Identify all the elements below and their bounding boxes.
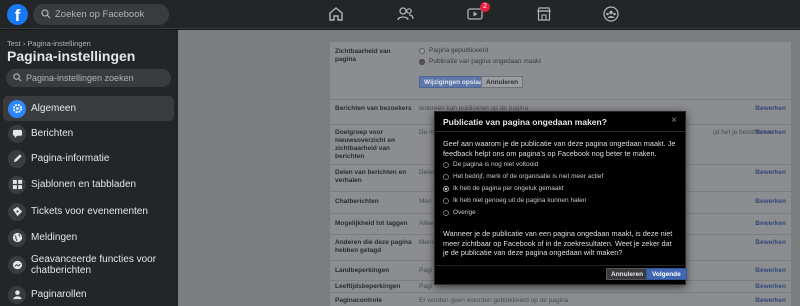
radio-button[interactable] [443,209,449,216]
gear-icon [8,99,26,118]
search-icon [13,73,22,82]
messenger-icon [8,256,26,274]
sidebar-item-meldingen[interactable]: Meldingen [3,225,174,250]
reason-option[interactable]: De pagina is nog niet voltooid [443,161,538,168]
reason-option[interactable]: Ik heb niet genoeg uit de pagina kunnen … [443,197,586,204]
facebook-logo[interactable]: f [7,4,28,25]
sidebar-item-label: Sjablonen en tabbladen [31,179,137,190]
sidebar-item-label: Paginarollen [31,289,87,300]
marketplace-icon[interactable] [535,5,553,23]
radio-page-published[interactable]: Pagina gepubliceerd [419,47,488,54]
sidebar-item-label: Berichten [31,128,74,139]
sidebar-item-label: Meldingen [31,232,78,243]
person-icon [8,285,26,304]
radio-button[interactable] [443,173,449,180]
grid-icon [8,175,26,194]
sidebar-item-label: Algemeen [31,103,77,114]
search-icon [41,9,51,19]
visibility-row: Zichtbaarheid van pagina Pagina gepublic… [330,42,791,99]
watch-notification-badge: 2 [480,2,490,12]
edit-link[interactable]: Bewerken [755,239,786,246]
sidebar-item-geavanceerde-functies[interactable]: Geavanceerde functies voor chatberichten [3,251,174,279]
sidebar-item-label: Geavanceerde functies voor chatberichten [31,254,157,276]
unpublish-page-dialog: Publicatie van pagina ongedaan maken? × … [434,111,687,285]
globe-icon [8,228,26,247]
edit-link[interactable]: Bewerken [755,220,786,227]
reason-option[interactable]: Overige [443,209,476,216]
divider [435,131,685,132]
settings-search[interactable] [6,69,171,87]
sidebar-item-label: Tickets voor evenementen [31,206,148,217]
radio-page-unpublished[interactable]: Publicatie van pagina ongedaan maakt [419,58,541,65]
breadcrumb[interactable]: Test › Pagina-instellingen [7,39,91,48]
close-icon[interactable]: × [671,115,677,126]
edit-link[interactable]: Bewerken [755,129,786,136]
sidebar-item-paginarollen[interactable]: Paginarollen [3,282,174,306]
page-title: Pagina-instellingen [7,48,136,64]
settings-sidebar: Test › Pagina-instellingen Pagina-instel… [0,30,178,306]
dialog-intro: Geef aan waarom je de publicatie van dez… [443,139,676,158]
edit-link[interactable]: Bewerken [755,297,786,304]
friends-icon[interactable] [396,5,414,23]
pencil-icon [8,149,26,168]
edit-link[interactable]: Bewerken [755,267,786,274]
facebook-search[interactable] [33,4,169,25]
radio-button[interactable] [419,47,425,54]
sidebar-item-tickets[interactable]: Tickets voor evenementen [3,199,174,224]
cancel-button[interactable]: Annuleren [481,76,524,88]
edit-link[interactable]: Bewerken [755,169,786,176]
home-icon[interactable] [327,5,345,23]
reason-option[interactable]: Het bedrijf, merk of de organisatie is n… [443,173,603,180]
dialog-cancel-button[interactable]: Annuleren [606,268,649,280]
sidebar-item-pagina-informatie[interactable]: Pagina-informatie [3,146,174,171]
ticket-icon [8,202,26,221]
chat-icon [8,124,26,143]
divider [435,265,685,266]
radio-button[interactable] [443,197,449,204]
edit-link[interactable]: Bewerken [755,198,786,205]
top-navigation-bar: f 2 [0,0,800,29]
next-button[interactable]: Volgende [646,268,687,280]
edit-link[interactable]: Bewerken [755,283,786,290]
edit-link[interactable]: Bewerken [755,105,786,112]
unpublish-warning: Wanneer je de publicatie van een pagina … [443,229,673,257]
sidebar-item-sjablonen[interactable]: Sjablonen en tabbladen [3,172,174,197]
facebook-search-input[interactable] [55,4,165,25]
reason-option[interactable]: Ik heb de pagina per ongeluk gemaakt [443,185,564,192]
sidebar-item-label: Pagina-informatie [31,153,110,164]
radio-button[interactable] [443,185,449,192]
radio-button[interactable] [443,161,449,168]
dialog-title: Publicatie van pagina ongedaan maken? [443,117,607,127]
setting-row: Paginacontrole Er worden geen woorden ge… [330,292,791,306]
groups-icon[interactable] [602,5,620,23]
sidebar-item-algemeen[interactable]: Algemeen [3,96,174,121]
settings-search-input[interactable] [26,69,166,87]
radio-button[interactable] [419,58,425,65]
visibility-label: Zichtbaarheid van pagina [335,48,391,63]
sidebar-item-berichten[interactable]: Berichten [3,121,174,146]
